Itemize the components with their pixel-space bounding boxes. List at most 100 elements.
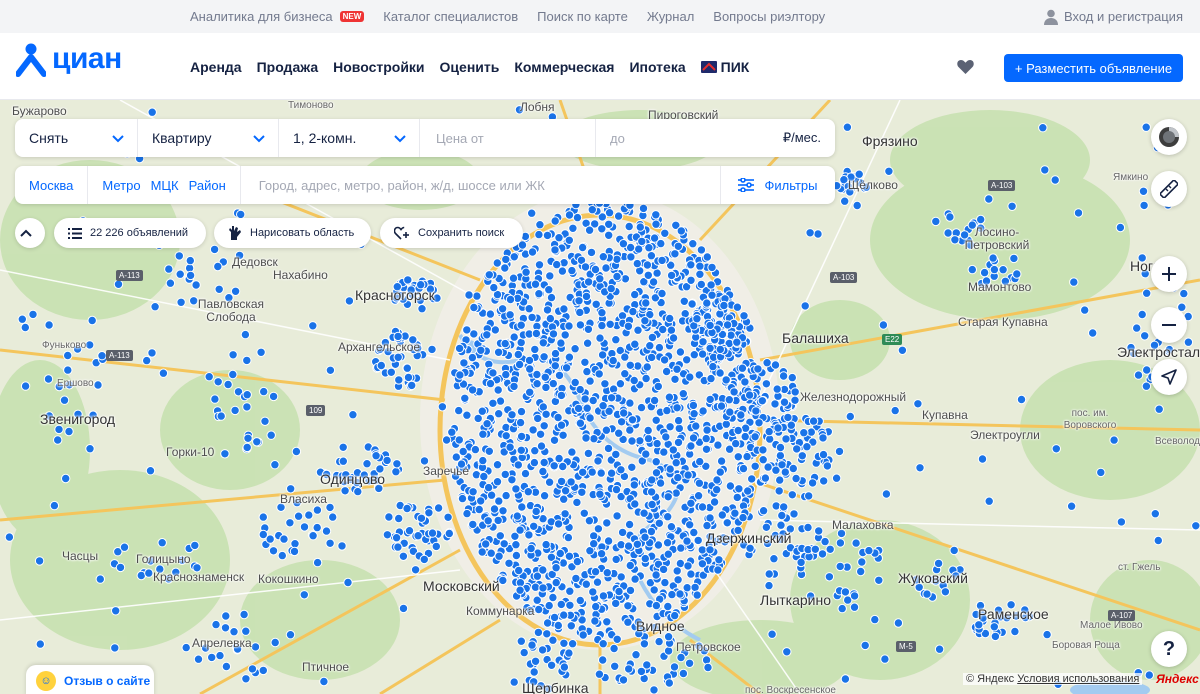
listing-marker[interactable] — [593, 524, 604, 534]
listing-marker[interactable] — [590, 616, 600, 626]
listing-marker[interactable] — [532, 369, 542, 380]
listing-marker[interactable] — [424, 508, 434, 518]
listing-marker[interactable] — [501, 369, 511, 380]
listing-marker[interactable] — [786, 420, 796, 430]
listing-marker[interactable] — [591, 601, 601, 612]
listing-marker[interactable] — [534, 289, 544, 299]
listing-marker[interactable] — [394, 513, 404, 524]
listing-marker[interactable] — [685, 520, 695, 530]
listing-marker[interactable] — [783, 412, 793, 423]
listing-marker[interactable] — [675, 347, 686, 357]
listing-marker[interactable] — [712, 475, 722, 485]
listing-marker[interactable] — [764, 569, 774, 579]
listing-marker[interactable] — [559, 494, 569, 504]
listing-marker[interactable] — [270, 637, 280, 648]
listing-marker[interactable] — [467, 352, 478, 363]
rooms-select[interactable]: 1, 2-комн. — [279, 119, 420, 157]
listing-marker[interactable] — [651, 415, 661, 425]
listing-marker[interactable] — [690, 582, 700, 593]
listing-marker[interactable] — [640, 553, 650, 564]
listing-marker[interactable] — [338, 442, 348, 452]
zoom-in-button[interactable] — [1151, 256, 1187, 292]
price-to-input[interactable]: до ₽/мес. — [596, 130, 835, 146]
listing-marker[interactable] — [545, 313, 556, 324]
listing-marker[interactable] — [737, 363, 748, 373]
listing-marker[interactable] — [393, 542, 403, 552]
listing-marker[interactable] — [575, 307, 585, 318]
listing-marker[interactable] — [362, 459, 372, 469]
listing-marker[interactable] — [556, 420, 567, 430]
listing-marker[interactable] — [1140, 331, 1150, 341]
listing-marker[interactable] — [259, 386, 269, 397]
listing-marker[interactable] — [852, 200, 862, 211]
listing-marker[interactable] — [34, 556, 45, 566]
listing-marker[interactable] — [688, 239, 698, 249]
listing-marker[interactable] — [64, 426, 74, 437]
heart-icon[interactable] — [957, 59, 974, 74]
listing-marker[interactable] — [533, 413, 543, 424]
listing-marker[interactable] — [489, 504, 500, 514]
listing-marker[interactable] — [581, 291, 592, 302]
listing-marker[interactable] — [538, 583, 548, 593]
listing-marker[interactable] — [697, 349, 708, 359]
listing-marker[interactable] — [625, 560, 635, 571]
listing-marker[interactable] — [497, 304, 508, 314]
listing-marker[interactable] — [147, 107, 157, 117]
listing-marker[interactable] — [392, 459, 402, 469]
listing-marker[interactable] — [738, 463, 749, 474]
listing-marker[interactable] — [220, 623, 231, 633]
listing-marker[interactable] — [612, 511, 622, 521]
listing-marker[interactable] — [769, 554, 779, 564]
listing-marker[interactable] — [1153, 535, 1164, 546]
listing-marker[interactable] — [696, 245, 707, 255]
listing-marker[interactable] — [175, 269, 185, 279]
listing-marker[interactable] — [493, 385, 503, 395]
listing-marker[interactable] — [433, 503, 444, 513]
listing-marker[interactable] — [734, 484, 744, 494]
listing-marker[interactable] — [665, 313, 675, 324]
listing-marker[interactable] — [686, 498, 696, 508]
listing-marker[interactable] — [534, 604, 544, 615]
listing-marker[interactable] — [658, 324, 668, 335]
listing-marker[interactable] — [59, 395, 70, 405]
listing-marker[interactable] — [651, 600, 662, 611]
listing-marker[interactable] — [705, 343, 715, 354]
listing-marker[interactable] — [447, 427, 457, 437]
terms-link[interactable]: Условия использования — [1017, 673, 1139, 685]
listing-marker[interactable] — [312, 522, 322, 533]
listing-marker[interactable] — [834, 446, 845, 457]
listing-marker[interactable] — [481, 539, 491, 549]
listing-marker[interactable] — [792, 444, 802, 454]
listing-marker[interactable] — [824, 572, 835, 582]
listing-marker[interactable] — [673, 472, 683, 483]
listing-marker[interactable] — [753, 364, 763, 374]
listing-marker[interactable] — [849, 591, 860, 601]
listing-marker[interactable] — [702, 520, 712, 531]
listing-marker[interactable] — [585, 376, 595, 386]
listing-marker[interactable] — [527, 640, 537, 650]
listing-marker[interactable] — [673, 575, 683, 585]
listing-marker[interactable] — [560, 486, 571, 496]
listing-marker[interactable] — [44, 320, 54, 330]
listing-marker[interactable] — [646, 352, 657, 363]
listing-marker[interactable] — [1009, 253, 1019, 264]
zoom-out-button[interactable] — [1151, 307, 1187, 343]
listings-count-button[interactable]: 22 226 объявлений — [54, 218, 206, 248]
listing-marker[interactable] — [542, 629, 552, 639]
listing-marker[interactable] — [613, 211, 624, 221]
listing-marker[interactable] — [616, 417, 627, 427]
listing-marker[interactable] — [115, 562, 126, 573]
listing-marker[interactable] — [597, 350, 608, 360]
listing-marker[interactable] — [1040, 165, 1050, 175]
listing-marker[interactable] — [539, 457, 549, 468]
listing-marker[interactable] — [242, 442, 252, 453]
listing-marker[interactable] — [85, 444, 95, 454]
listing-marker[interactable] — [541, 382, 551, 393]
listing-marker[interactable] — [820, 536, 830, 547]
listing-marker[interactable] — [391, 467, 401, 477]
listing-marker[interactable] — [606, 393, 617, 403]
listing-marker[interactable] — [575, 595, 585, 606]
listing-marker[interactable] — [835, 538, 846, 548]
listing-marker[interactable] — [290, 539, 300, 549]
listing-marker[interactable] — [531, 506, 541, 517]
